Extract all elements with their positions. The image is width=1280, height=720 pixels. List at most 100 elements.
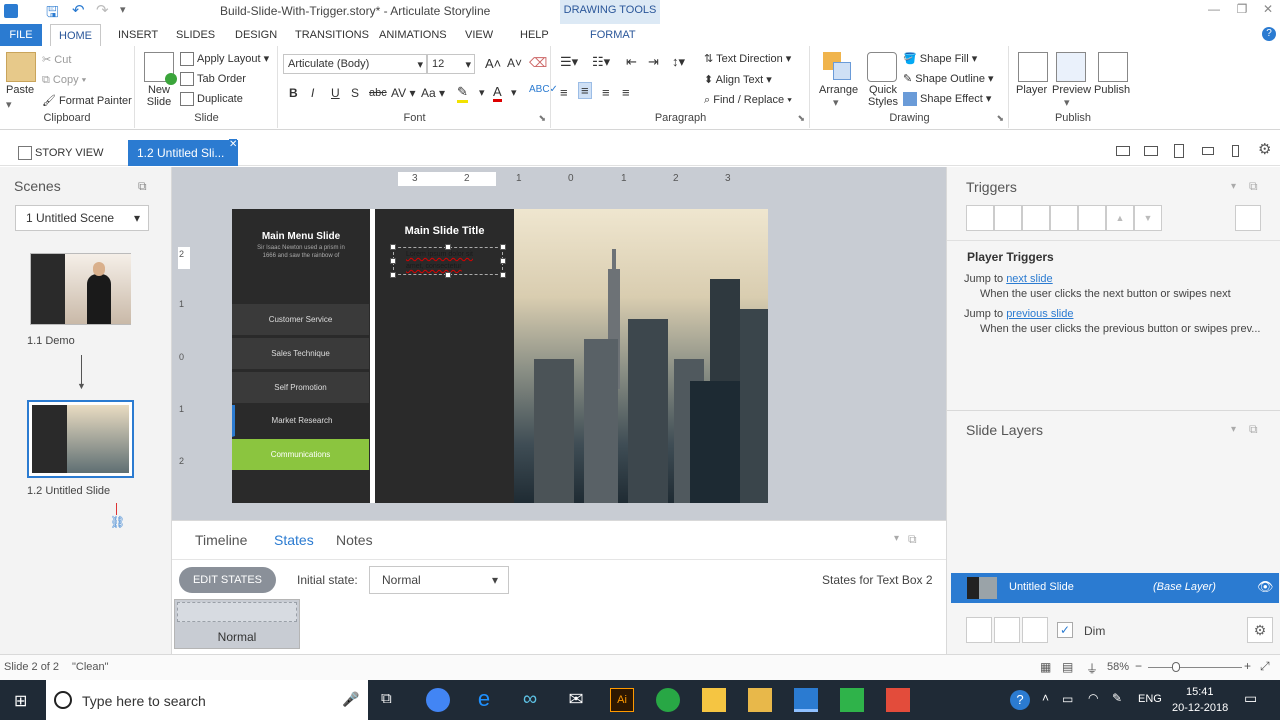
zoom-in-icon[interactable]: + — [1244, 659, 1251, 673]
panel-restore-icon[interactable]: ⧉ — [1249, 422, 1258, 437]
microphone-icon[interactable]: 🎤 — [342, 691, 359, 708]
chrome-icon[interactable] — [426, 688, 450, 712]
resize-handle[interactable] — [390, 258, 396, 264]
zoom-slider[interactable] — [1148, 667, 1242, 668]
illustrator-icon[interactable]: Ai — [610, 688, 634, 712]
tab-timeline[interactable]: Timeline — [195, 532, 247, 548]
resize-handle[interactable] — [500, 244, 506, 250]
find-replace-button[interactable]: ⌕ Find / Replace ▾ — [704, 94, 792, 107]
redo-icon[interactable]: ↷ — [96, 1, 109, 19]
minimize-icon[interactable]: — — [1200, 2, 1228, 20]
preview-icon[interactable] — [1056, 52, 1086, 82]
phone-portrait-icon[interactable] — [1232, 145, 1239, 157]
menu-item-communications[interactable]: Communications — [232, 439, 369, 471]
paste-trigger-icon[interactable] — [1050, 205, 1078, 231]
panel-menu-icon[interactable]: ▾ — [1231, 181, 1236, 192]
eye-icon[interactable]: 👁 — [1257, 579, 1274, 595]
resize-handle[interactable] — [500, 272, 506, 278]
mail-icon[interactable]: ✉ — [564, 688, 588, 712]
decrease-indent-icon[interactable]: ⇤ — [626, 54, 637, 70]
utorrent-icon[interactable] — [656, 688, 680, 712]
align-right-icon[interactable]: ≡ — [602, 85, 610, 100]
tray-chevron-up-icon[interactable]: ˄ — [1042, 691, 1049, 705]
trigger-link-next[interactable]: next slide — [1006, 273, 1052, 285]
quick-access-dropdown-icon[interactable]: ▾ — [120, 3, 126, 16]
arrange-dropdown-icon[interactable]: ▾ — [833, 96, 839, 109]
file-explorer-icon[interactable] — [702, 688, 726, 712]
shape-effect-button[interactable]: Shape Effect ▾ — [903, 92, 991, 107]
paste-dropdown-icon[interactable]: ▾ — [6, 98, 12, 111]
task-view-icon[interactable]: ⧉ — [381, 690, 392, 707]
line-spacing-icon[interactable]: ↕▾ — [672, 54, 685, 70]
gear-icon[interactable]: ⚙ — [1247, 617, 1273, 643]
arrange-button[interactable]: Arrange — [819, 84, 858, 96]
dialog-launcher-icon[interactable]: ⬊ — [538, 113, 546, 124]
notifications-icon[interactable]: ▭ — [1244, 690, 1257, 707]
panel-restore-icon[interactable]: ⧉ — [1249, 179, 1258, 194]
justify-icon[interactable]: ≡ — [622, 85, 630, 100]
trigger-row-previous[interactable]: Jump to previous slide — [964, 308, 1073, 320]
panel-restore-icon[interactable]: ⧉ — [908, 532, 917, 547]
tab-states[interactable]: States — [274, 532, 314, 548]
tab-insert[interactable]: INSERT — [110, 24, 166, 46]
bullets-icon[interactable]: ☰▾ — [560, 54, 578, 70]
resize-handle[interactable] — [500, 258, 506, 264]
text-direction-button[interactable]: ⇅ Text Direction ▾ — [704, 52, 791, 65]
scene-selector[interactable]: 1 Untitled Scene ▾ — [15, 205, 149, 231]
publish-icon[interactable] — [1098, 52, 1128, 82]
highlight-dropdown-icon[interactable]: ▾ — [479, 86, 485, 99]
player-icon[interactable] — [1018, 52, 1048, 82]
storyline-taskbar-icon[interactable] — [794, 688, 818, 712]
close-tab-icon[interactable]: ✕ — [229, 139, 238, 150]
tab-notes[interactable]: Notes — [336, 532, 373, 548]
character-spacing-icon[interactable]: AV ▾ — [391, 86, 415, 100]
shape-outline-button[interactable]: ✎ Shape Outline ▾ — [903, 72, 994, 85]
tablet-portrait-icon[interactable] — [1174, 144, 1184, 158]
zoom-out-icon[interactable]: − — [1135, 659, 1142, 673]
panel-menu-icon[interactable]: ▾ — [894, 533, 899, 544]
slide-view-icon[interactable]: ▤ — [1062, 660, 1073, 674]
infinity-app-icon[interactable]: ∞ — [518, 688, 542, 712]
bold-icon[interactable]: B — [289, 86, 298, 100]
change-case-icon[interactable]: Aa ▾ — [421, 86, 445, 100]
edit-states-button[interactable]: EDIT STATES — [179, 567, 276, 593]
close-icon[interactable]: ✕ — [1254, 2, 1280, 20]
main-slide-title[interactable]: Main Slide Title — [375, 225, 514, 237]
preview-button[interactable]: Preview — [1052, 84, 1091, 96]
grow-font-icon[interactable]: A˄ — [485, 56, 501, 71]
paste-icon[interactable] — [6, 52, 36, 82]
increase-indent-icon[interactable]: ⇥ — [648, 54, 659, 70]
wifi-icon[interactable]: ◠ — [1088, 691, 1098, 705]
tab-transitions[interactable]: TRANSITIONS — [287, 24, 377, 46]
highlight-icon[interactable]: ✎ — [457, 84, 468, 103]
trigger-link-previous[interactable]: previous slide — [1006, 308, 1073, 320]
delete-layer-icon[interactable] — [1022, 617, 1048, 643]
duplicate-button[interactable]: Duplicate — [180, 92, 243, 106]
dialog-launcher-icon[interactable]: ⬊ — [797, 113, 805, 124]
shape-fill-button[interactable]: 🪣 Shape Fill ▾ — [903, 52, 977, 65]
desktop-view-icon[interactable] — [1116, 146, 1130, 156]
clock-time[interactable]: 15:41 — [1186, 686, 1214, 698]
phone-landscape-icon[interactable] — [1202, 147, 1214, 155]
tab-file[interactable]: FILE — [0, 24, 42, 46]
preview-dropdown-icon[interactable]: ▾ — [1064, 96, 1070, 109]
slide-tab[interactable]: 1.2 Untitled Sli... — [128, 140, 238, 166]
numbering-icon[interactable]: ☷▾ — [592, 54, 610, 70]
new-slide-icon[interactable] — [144, 52, 177, 85]
paste-button[interactable]: Paste — [6, 84, 34, 96]
help-tray-icon[interactable]: ? — [1010, 690, 1030, 710]
clear-format-icon[interactable]: ⌫ — [529, 55, 547, 71]
dialog-launcher-icon[interactable]: ⬊ — [996, 113, 1004, 124]
resize-handle[interactable] — [445, 272, 451, 278]
menu-item-self-promotion[interactable]: Self Promotion — [232, 372, 369, 404]
duplicate-layer-icon[interactable] — [994, 617, 1020, 643]
align-center-icon[interactable]: ≡ — [578, 82, 592, 99]
cut-button[interactable]: ✂ Cut — [42, 53, 71, 66]
pen-tray-icon[interactable]: ✎ — [1112, 691, 1122, 705]
battery-icon[interactable]: ▭ — [1062, 692, 1073, 706]
restore-icon[interactable]: ❐ — [1228, 2, 1256, 20]
panel-restore-icon[interactable]: ⧉ — [138, 179, 147, 194]
taskbar-search-box[interactable]: Type here to search 🎤 — [46, 680, 368, 720]
trigger-row-next[interactable]: Jump to next slide — [964, 273, 1053, 285]
quick-styles-icon[interactable] — [867, 52, 897, 82]
